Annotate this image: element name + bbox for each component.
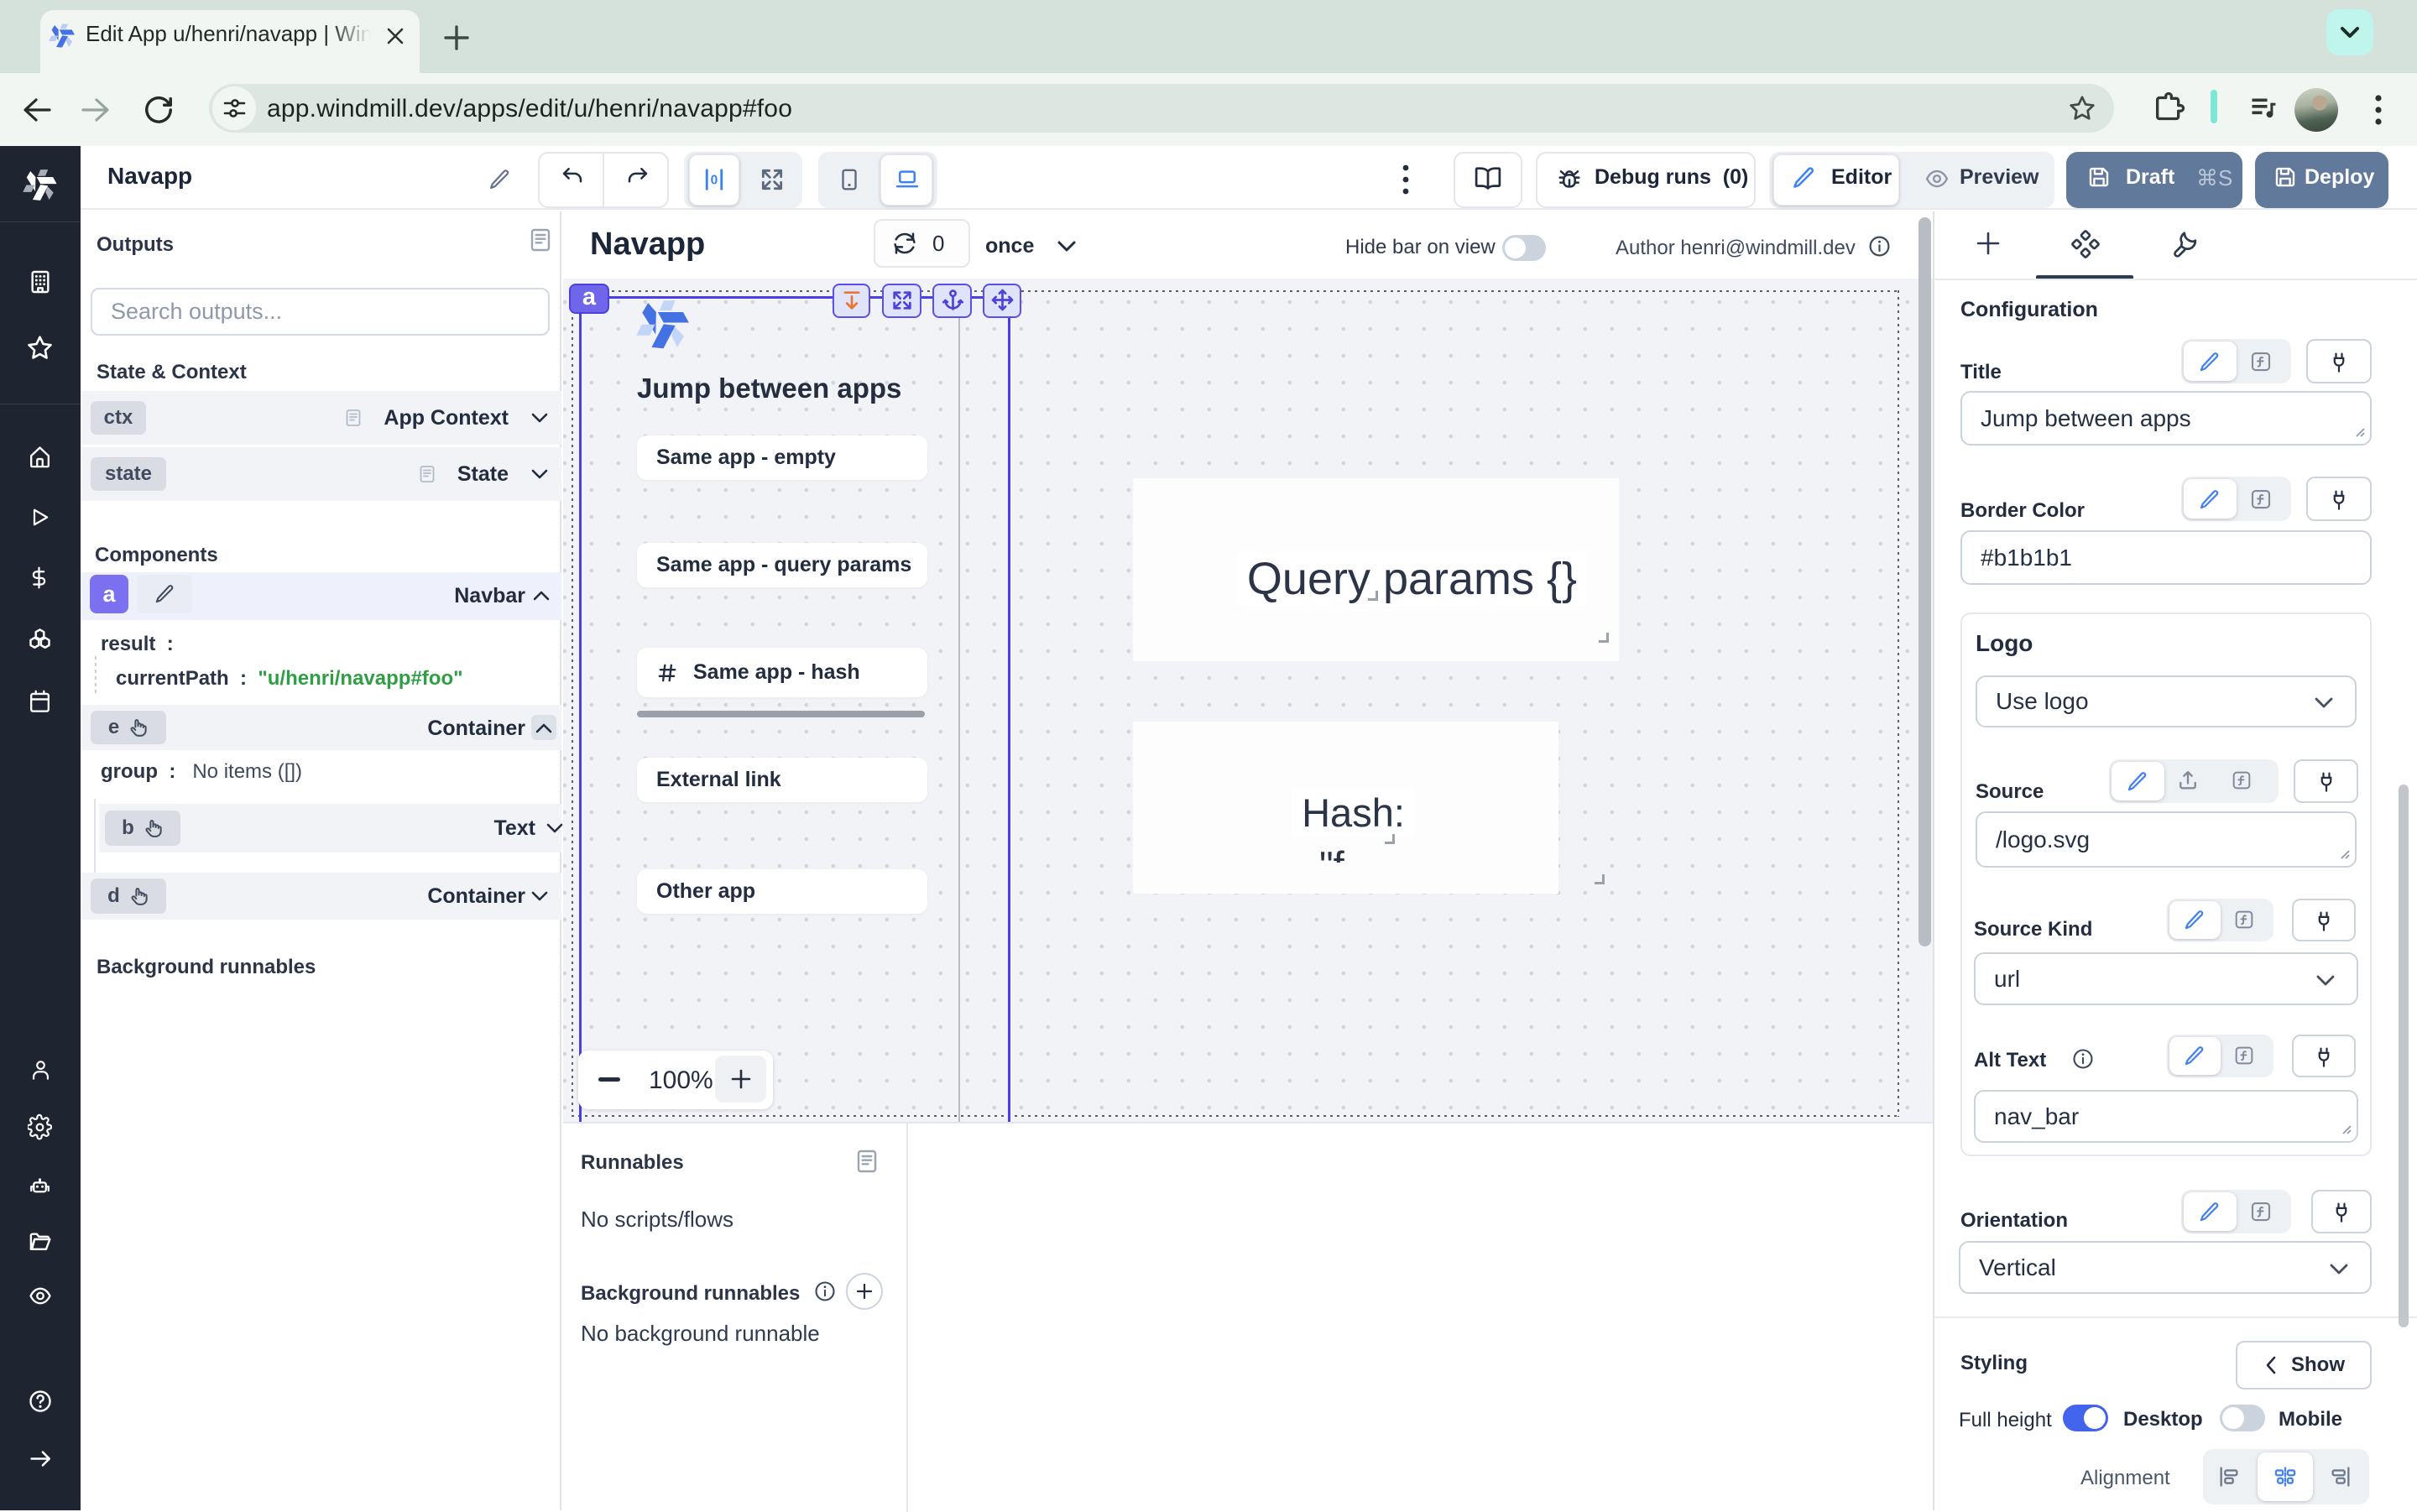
svg-text:0: 0 xyxy=(711,174,718,188)
